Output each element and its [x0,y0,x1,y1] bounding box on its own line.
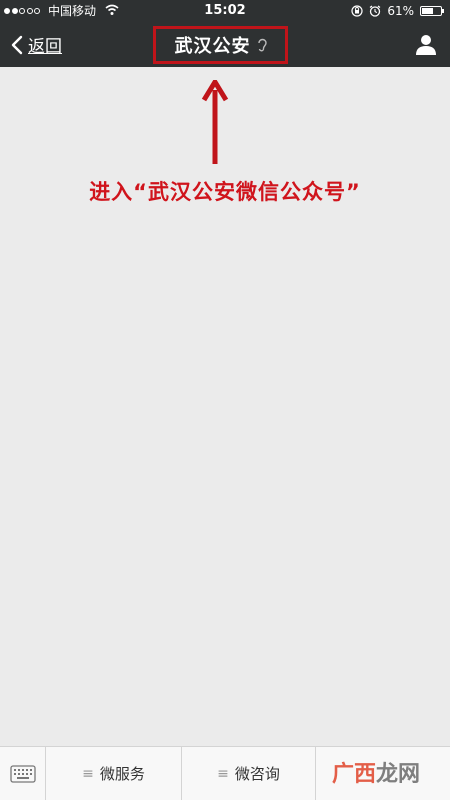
back-label: 返回 [28,37,62,57]
battery-level-fill [422,8,433,14]
menu-item-micro-service[interactable]: ≡ 微服务 [46,747,182,800]
rotation-lock-icon [351,5,363,17]
status-right-group: 61% [351,0,444,22]
menu-lines-icon: ≡ [217,765,229,782]
top-bar: 中国移动 15:02 61% 返回 武汉公安 [0,0,450,67]
menu-item-label: 微咨询 [234,765,280,783]
ear-icon [257,38,267,52]
page-title: 武汉公安 [174,36,251,57]
keyboard-toggle-button[interactable] [0,747,46,800]
keyboard-icon [9,764,36,783]
chevron-left-icon [11,35,23,54]
profile-icon[interactable] [414,32,438,56]
menu-lines-icon: ≡ [82,765,94,782]
alarm-clock-icon [369,5,381,17]
annotation-arrow-icon [201,80,229,164]
navigation-bar: 返回 武汉公安 [0,22,450,67]
battery-percent: 61% [387,4,414,18]
annotation-caption: 进入“武汉公安微信公众号” [89,180,361,204]
back-button[interactable]: 返回 [10,22,62,67]
watermark-part1: 广西 [331,762,376,787]
menu-item-micro-consult[interactable]: ≡ 微咨询 [182,747,316,800]
status-bar: 中国移动 15:02 61% [0,0,450,22]
watermark-logo: 广西龙网 [332,756,420,788]
menu-item-label: 微服务 [99,765,145,783]
battery-icon [420,6,444,16]
watermark-part2: 龙网 [375,762,420,787]
title-highlight-box: 武汉公安 [153,26,288,64]
